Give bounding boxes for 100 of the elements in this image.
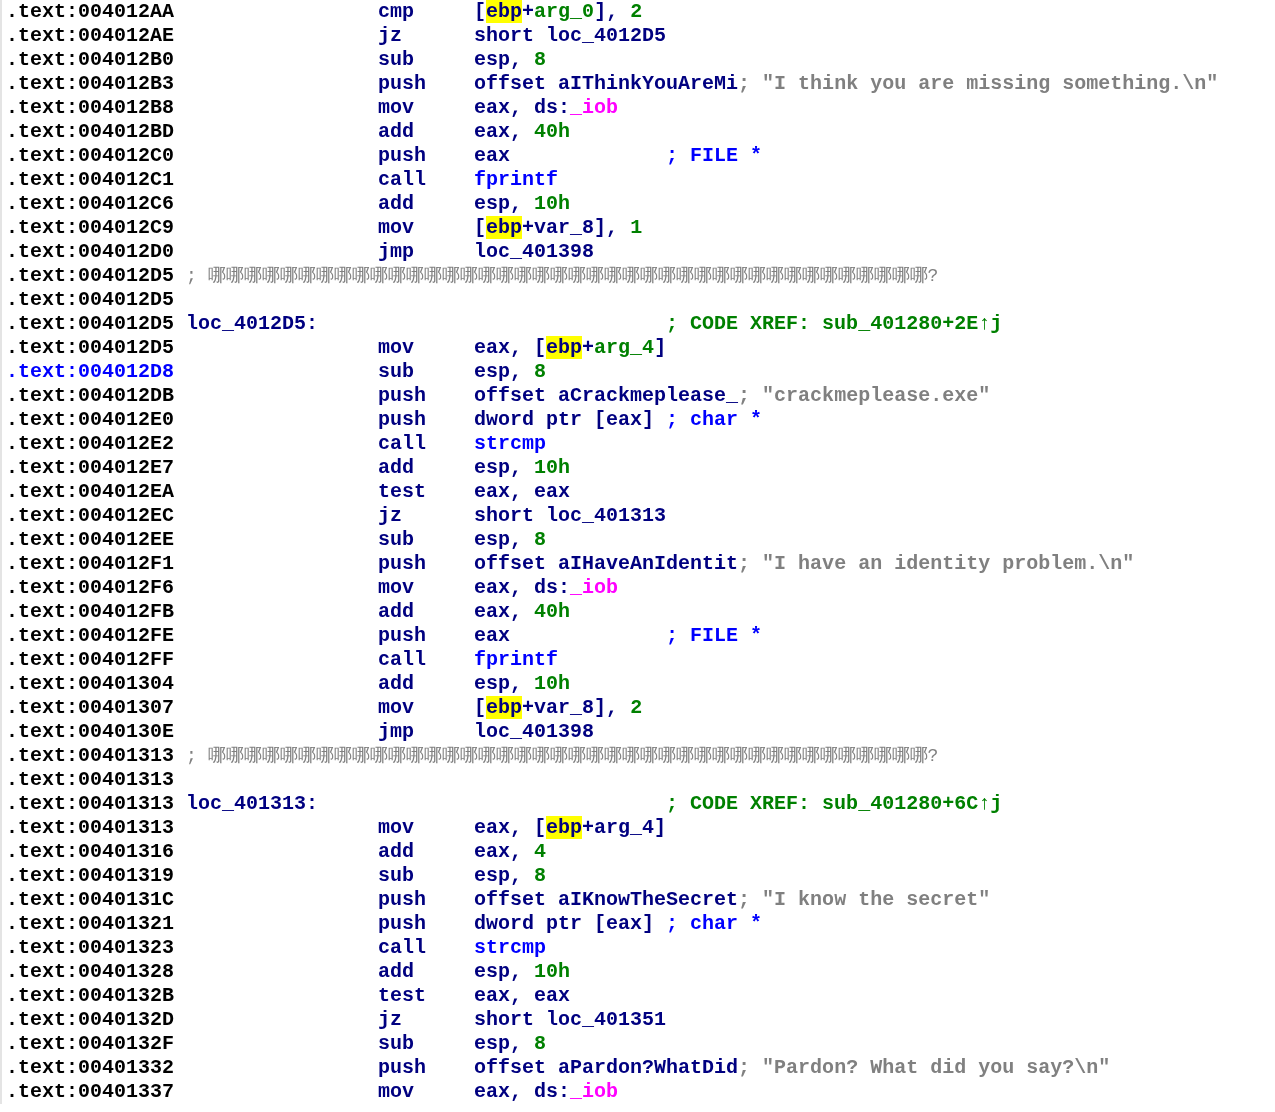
mnemonic-text: push	[378, 408, 428, 432]
address-text: .text:004012D5	[6, 336, 176, 360]
address-text: .text:004012EE	[6, 528, 176, 552]
comment-text: ; FILE *	[666, 624, 763, 648]
comment-text: ; FILE *	[666, 144, 763, 168]
mnemonic-text: push	[378, 624, 428, 648]
address-text: .text:0040132F	[6, 1032, 176, 1056]
address-text: .text:004012AE	[6, 24, 176, 48]
address-text: .text:00401304	[6, 672, 176, 696]
address-text: .text:00401313	[6, 768, 176, 792]
operand-text: eax, [ebp+arg_4]	[474, 336, 667, 360]
operand-text: offset aCrackmeplease_	[474, 384, 739, 408]
operand-text: [ebp+var_8], 2	[474, 696, 644, 720]
mnemonic-text: sub	[378, 528, 416, 552]
mnemonic-text: call	[378, 648, 428, 672]
mnemonic-text: jz	[378, 504, 404, 528]
mnemonic-text: jmp	[378, 720, 416, 744]
operand-text: eax, 4	[474, 840, 548, 864]
comment-text: ; 哪哪哪哪哪哪哪哪哪哪哪哪哪哪哪哪哪哪哪哪哪哪哪哪哪哪哪哪哪哪哪哪哪哪哪哪哪哪哪哪?	[186, 745, 939, 768]
mnemonic-text: jz	[378, 24, 404, 48]
operand-text: short loc_401313	[474, 504, 667, 528]
operand-text: fprintf	[474, 648, 560, 672]
operand-text: esp, 10h	[474, 456, 572, 480]
address-text: .text:0040132D	[6, 1008, 176, 1032]
address-text: .text:004012EC	[6, 504, 176, 528]
comment-text: ; 哪哪哪哪哪哪哪哪哪哪哪哪哪哪哪哪哪哪哪哪哪哪哪哪哪哪哪哪哪哪哪哪哪哪哪哪哪哪哪哪?	[186, 265, 939, 288]
operand-text: eax	[474, 624, 512, 648]
address-text: .text:004012BD	[6, 120, 176, 144]
address-text: .text:004012D5	[6, 264, 176, 288]
address-text: .text:004012C0	[6, 144, 176, 168]
comment-text: ; CODE XREF: sub_401280+2E↑j	[666, 312, 1003, 336]
mnemonic-text: push	[378, 888, 428, 912]
address-text: .text:00401337	[6, 1080, 176, 1104]
address-text: .text:00401313	[6, 816, 176, 840]
operand-text: eax, ds:_iob	[474, 576, 620, 600]
operand-text: esp, 10h	[474, 960, 572, 984]
address-text: .text:004012FF	[6, 648, 176, 672]
mnemonic-text: call	[378, 168, 428, 192]
operand-text: esp, 10h	[474, 192, 572, 216]
mnemonic-text: sub	[378, 1032, 416, 1056]
operand-text: eax, 40h	[474, 600, 572, 624]
operand-text: esp, 8	[474, 48, 548, 72]
address-text: .text:004012F6	[6, 576, 176, 600]
address-text: .text:0040131C	[6, 888, 176, 912]
mnemonic-text: mov	[378, 336, 416, 360]
operand-text: short loc_4012D5	[474, 24, 667, 48]
address-text: .text:00401313	[6, 744, 176, 768]
operand-text: eax, 40h	[474, 120, 572, 144]
mnemonic-text: add	[378, 672, 416, 696]
code-label[interactable]: loc_401313:	[186, 792, 667, 816]
operand-text: esp, 8	[474, 1032, 548, 1056]
address-text: .text:004012B3	[6, 72, 176, 96]
mnemonic-text: cmp	[378, 0, 416, 24]
operand-text: strcmp	[474, 936, 548, 960]
mnemonic-text: push	[378, 552, 428, 576]
operand-text: esp, 8	[474, 528, 548, 552]
mnemonic-text: mov	[378, 96, 416, 120]
operand-text: eax, ds:_iob	[474, 96, 620, 120]
address-text: .text:00401307	[6, 696, 176, 720]
address-text: .text:004012C6	[6, 192, 176, 216]
operand-text: offset aPardon?WhatDid	[474, 1056, 739, 1080]
mnemonic-text: call	[378, 432, 428, 456]
code-label[interactable]: loc_4012D5:	[186, 312, 667, 336]
address-text: .text:00401323	[6, 936, 176, 960]
address-text: .text:004012C9	[6, 216, 176, 240]
mnemonic-text: add	[378, 192, 416, 216]
address-text: .text:004012C1	[6, 168, 176, 192]
address-text: .text:004012DB	[6, 384, 176, 408]
address-text: .text:00401319	[6, 864, 176, 888]
operand-text: strcmp	[474, 432, 548, 456]
mnemonic-text: test	[378, 480, 428, 504]
operand-text: loc_401398	[474, 240, 596, 264]
address-text: .text:0040132B	[6, 984, 176, 1008]
mnemonic-text: add	[378, 456, 416, 480]
operand-text: esp, 8	[474, 864, 548, 888]
operand-text: eax	[474, 144, 512, 168]
mnemonic-text: mov	[378, 816, 416, 840]
address-text: .text:004012F1	[6, 552, 176, 576]
address-text: .text:004012FE	[6, 624, 176, 648]
mnemonic-text: push	[378, 72, 428, 96]
operand-text: eax, [ebp+arg_4]	[474, 816, 667, 840]
address-text: .text:004012B8	[6, 96, 176, 120]
address-text: .text:00401332	[6, 1056, 176, 1080]
operand-text: offset aIHaveAnIdentit	[474, 552, 739, 576]
operand-text: eax, eax	[474, 480, 572, 504]
comment-text: ; "I think you are missing something.\n"	[738, 72, 1219, 96]
comment-text: ; "I have an identity problem.\n"	[738, 552, 1135, 576]
address-text: .text:004012E2	[6, 432, 176, 456]
operand-text: eax, ds:_iob	[474, 1080, 620, 1104]
operand-text: esp, 8	[474, 360, 548, 384]
address-text: .text:004012D8	[6, 360, 176, 384]
mnemonic-text: push	[378, 912, 428, 936]
mnemonic-text: sub	[378, 864, 416, 888]
mnemonic-text: push	[378, 1056, 428, 1080]
operand-text: [ebp+arg_0], 2	[474, 0, 644, 24]
mnemonic-text: add	[378, 840, 416, 864]
mnemonic-text: test	[378, 984, 428, 1008]
comment-text: ; char *	[666, 408, 763, 432]
address-text: .text:004012D5	[6, 288, 176, 312]
address-text: .text:00401313	[6, 792, 176, 816]
